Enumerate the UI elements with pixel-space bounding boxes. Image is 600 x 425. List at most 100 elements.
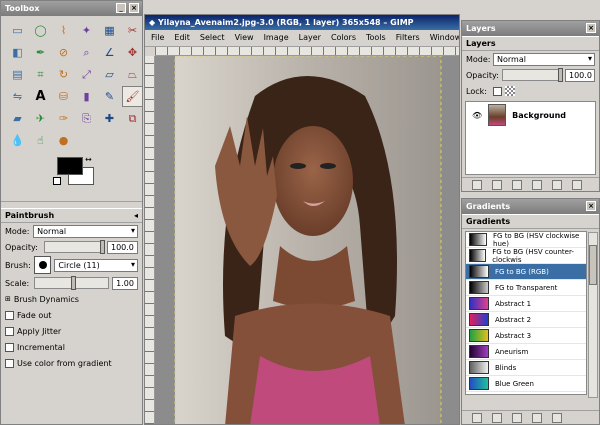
scissors-icon[interactable]: ✂: [122, 20, 142, 41]
use-gradient-checkbox[interactable]: Use color from gradient: [1, 355, 142, 371]
gradient-item[interactable]: FG to BG (RGB): [466, 264, 586, 280]
close-icon[interactable]: ×: [586, 201, 596, 211]
color-select-icon[interactable]: ▦: [99, 20, 120, 41]
layer-row[interactable]: 👁 Background: [466, 102, 595, 128]
menu-filters[interactable]: Filters: [396, 33, 420, 43]
paintbrush-icon[interactable]: 🖌: [122, 86, 142, 107]
duplicate-gradient-icon[interactable]: [512, 413, 522, 423]
refresh-gradients-icon[interactable]: [552, 413, 562, 423]
menu-view[interactable]: View: [235, 33, 254, 43]
layers-titlebar[interactable]: Layers ×: [462, 21, 599, 36]
new-layer-icon[interactable]: [472, 180, 482, 190]
close-icon[interactable]: ×: [586, 23, 596, 33]
smudge-icon[interactable]: ☝: [30, 130, 51, 151]
menu-edit[interactable]: Edit: [174, 33, 190, 43]
zoom-icon[interactable]: ⌕: [76, 42, 97, 63]
incremental-checkbox[interactable]: Incremental: [1, 339, 142, 355]
gradient-item[interactable]: Abstract 1: [466, 296, 586, 312]
scrollbar-thumb[interactable]: [589, 245, 597, 285]
swap-colors-icon[interactable]: ↔: [85, 155, 92, 164]
menu-layer[interactable]: Layer: [299, 33, 321, 43]
menu-select[interactable]: Select: [200, 33, 225, 43]
layers-opacity-spinbox[interactable]: 100.0: [565, 68, 595, 82]
rotate-icon[interactable]: ↻: [53, 64, 74, 85]
delete-layer-icon[interactable]: [572, 180, 582, 190]
lock-pixels-check[interactable]: [493, 86, 502, 96]
ellipse-select-icon[interactable]: ◯: [30, 20, 51, 41]
image-window-titlebar[interactable]: ◆ Yilayna_Avenaim2.jpg-3.0 (RGB, 1 layer…: [145, 15, 459, 30]
fuzzy-select-icon[interactable]: ✦: [76, 20, 97, 41]
raise-layer-icon[interactable]: [492, 180, 502, 190]
bucket-fill-icon[interactable]: ⛁: [53, 86, 74, 107]
flip-icon[interactable]: ⇋: [7, 86, 28, 107]
shear-icon[interactable]: ▱: [99, 64, 120, 85]
gradient-item[interactable]: Blue Green: [466, 376, 586, 392]
airbrush-icon[interactable]: ✈: [30, 108, 51, 129]
mode-select[interactable]: Normal: [33, 224, 138, 238]
heal-icon[interactable]: ✚: [99, 108, 120, 129]
gradient-item[interactable]: Blinds: [466, 360, 586, 376]
rect-select-icon[interactable]: ▭: [7, 20, 28, 41]
move-icon[interactable]: ✥: [122, 42, 142, 63]
color-picker-icon[interactable]: ⊘: [53, 42, 74, 63]
minimize-icon[interactable]: _: [116, 3, 126, 13]
layers-opacity-slider[interactable]: [501, 68, 563, 82]
menu-file[interactable]: File: [151, 33, 164, 43]
ink-icon[interactable]: ✑: [53, 108, 74, 129]
apply-jitter-check[interactable]: [5, 326, 14, 336]
gradients-titlebar[interactable]: Gradients ×: [462, 199, 599, 214]
opacity-spinbox[interactable]: 100.0: [106, 240, 138, 254]
gradient-item[interactable]: Abstract 3: [466, 328, 586, 344]
free-select-icon[interactable]: ⌇: [53, 20, 74, 41]
measure-icon[interactable]: ∠: [99, 42, 120, 63]
layers-tab[interactable]: Layers: [462, 36, 599, 51]
opacity-slider[interactable]: [44, 240, 105, 254]
eye-icon[interactable]: 👁: [472, 111, 482, 120]
scale-slider[interactable]: [33, 276, 110, 290]
scale-spinbox[interactable]: 1.00: [112, 276, 138, 290]
duplicate-layer-icon[interactable]: [532, 180, 542, 190]
edit-gradient-icon[interactable]: [472, 413, 482, 423]
gradient-item[interactable]: FG to BG (HSV clockwise hue): [466, 232, 586, 248]
close-icon[interactable]: ×: [129, 3, 139, 13]
gradient-item[interactable]: Aneurism: [466, 344, 586, 360]
scale-slider-handle[interactable]: [70, 276, 76, 290]
fade-out-check[interactable]: [5, 310, 14, 320]
brush-preview[interactable]: [33, 256, 52, 274]
crop-icon[interactable]: ⌗: [30, 64, 51, 85]
paths-icon[interactable]: ✒: [30, 42, 51, 63]
menu-windows[interactable]: Windows: [430, 33, 459, 43]
anchor-layer-icon[interactable]: [552, 180, 562, 190]
layers-opacity-handle[interactable]: [558, 68, 563, 82]
new-gradient-icon[interactable]: [492, 413, 502, 423]
gradient-item[interactable]: FG to Transparent: [466, 280, 586, 296]
menu-tools[interactable]: Tools: [366, 33, 386, 43]
eraser-icon[interactable]: ▰: [7, 108, 28, 129]
tab-menu-icon[interactable]: ◂: [134, 211, 138, 220]
perspective-clone-icon[interactable]: ⧉: [122, 108, 142, 129]
incremental-check[interactable]: [5, 342, 14, 352]
canvas-area[interactable]: [155, 56, 459, 424]
blend-icon[interactable]: ▮: [76, 86, 97, 107]
foreground-color-swatch[interactable]: [57, 157, 83, 175]
use-gradient-check[interactable]: [5, 358, 14, 368]
brush-select[interactable]: Circle (11): [54, 258, 138, 272]
align-icon[interactable]: ▤: [7, 64, 28, 85]
gradient-scrollbar[interactable]: [588, 232, 598, 398]
fade-out-checkbox[interactable]: Fade out: [1, 307, 142, 323]
layer-name[interactable]: Background: [512, 111, 566, 120]
menu-image[interactable]: Image: [264, 33, 289, 43]
clone-icon[interactable]: ⎘: [76, 108, 97, 129]
apply-jitter-checkbox[interactable]: Apply Jitter: [1, 323, 142, 339]
image-canvas[interactable]: [155, 56, 459, 424]
perspective-icon[interactable]: ⏢: [122, 64, 142, 85]
pencil-icon[interactable]: ✎: [99, 86, 120, 107]
foreground-select-icon[interactable]: ◧: [7, 42, 28, 63]
toolbox-titlebar[interactable]: Toolbox _ ×: [1, 1, 142, 16]
delete-gradient-icon[interactable]: [532, 413, 542, 423]
gradients-tab[interactable]: Gradients: [462, 214, 599, 229]
lock-alpha-icon[interactable]: [505, 86, 515, 96]
gradient-item[interactable]: Abstract 2: [466, 312, 586, 328]
text-icon[interactable]: A: [30, 86, 51, 107]
gradient-item[interactable]: FG to BG (HSV counter-clockwis: [466, 248, 586, 264]
